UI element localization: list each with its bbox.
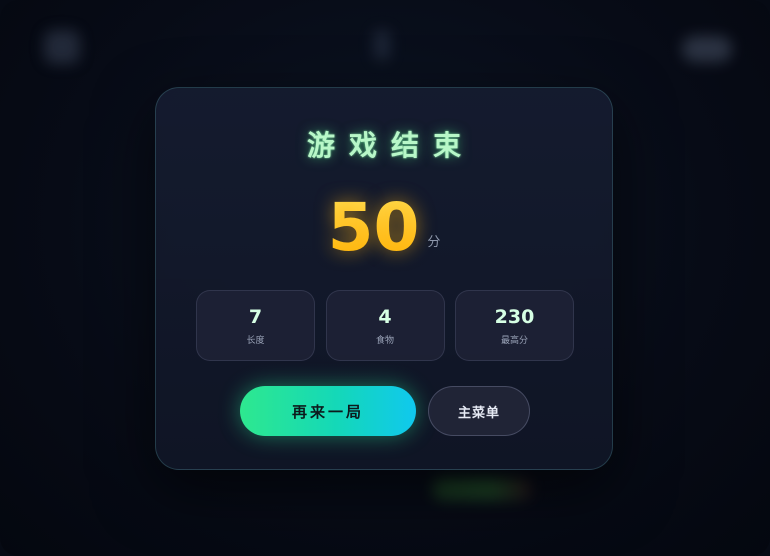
score-unit: 分 [427,235,441,250]
stat-length-value: 7 [248,306,263,328]
main-menu-button[interactable]: 主菜单 [428,386,530,436]
background-center-marker [374,30,390,60]
stat-length-label: 长度 [246,336,265,346]
final-score: 50 分 [156,190,612,266]
game-over-title: 游戏结束 [306,129,475,162]
stats-row: 7 长度 4 食物 230 最高分 [196,290,574,361]
play-again-button[interactable]: 再来一局 [240,386,416,436]
stat-food: 4 食物 [325,290,445,361]
game-over-dialog: 游戏结束 50 分 7 长度 4 食物 230 最高分 再来一局 主菜单 [155,87,613,470]
game-screen: 游戏结束 50 分 7 长度 4 食物 230 最高分 再来一局 主菜单 [0,0,770,556]
background-snake [432,478,532,500]
background-menu-icon [44,30,80,64]
stat-high-score-label: 最高分 [500,336,528,346]
stat-high-score: 230 最高分 [455,290,574,361]
score-value: 50 [327,189,420,266]
stat-food-label: 食物 [375,336,394,346]
stat-length: 7 长度 [196,290,315,361]
action-buttons: 再来一局 主菜单 [240,386,530,436]
stat-food-value: 4 [378,306,392,328]
stat-high-score-value: 230 [494,306,535,328]
background-score-badge [682,36,732,62]
